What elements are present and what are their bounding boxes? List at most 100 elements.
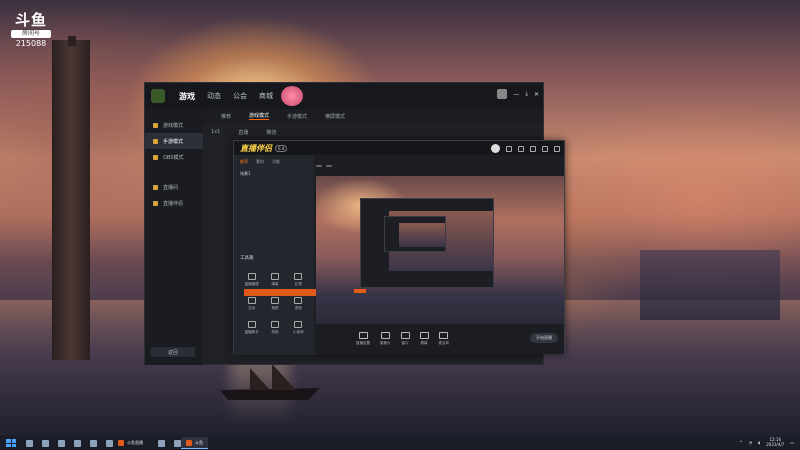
row-stream[interactable]: 推流 (266, 129, 276, 136)
nested-preview-2-image (399, 223, 445, 247)
desktop: 斗鱼 房间号 215088 游戏 动态 公会 商城 — ⤓ ✕ 游戏模式 手游模… (0, 0, 800, 450)
sidebar-back-button[interactable]: 返回 (151, 347, 195, 357)
taskbar-app-label: 斗鱼直播 (127, 440, 143, 445)
live-settings-button[interactable]: 直播设置 (356, 332, 370, 346)
sidebar-item-mobile-mode[interactable]: 手游模式 (145, 133, 203, 149)
button-label: 麦克风 (438, 341, 450, 345)
tool-item[interactable]: 特效 (263, 321, 286, 335)
clock-date: 2021/4/7 (766, 442, 785, 447)
room-icon (153, 184, 158, 190)
button-label: 摄像头 (380, 341, 391, 345)
microphone-button[interactable]: 麦克风 (438, 332, 450, 346)
category-pill[interactable] (316, 165, 322, 167)
start-button[interactable] (6, 439, 16, 447)
tool-item[interactable]: 美颜 (263, 297, 286, 311)
window-capture-button[interactable]: 窗口 (400, 332, 410, 346)
app-icon (186, 439, 192, 446)
tool-label: 音效 (294, 306, 302, 310)
user-avatar[interactable] (497, 89, 508, 99)
nav-item-game[interactable]: 游戏 (179, 91, 195, 102)
notification-icon[interactable]: ▭ (790, 440, 794, 445)
preview-marker (354, 289, 366, 293)
microphone-icon (439, 332, 449, 339)
taskbar-app-2[interactable]: 斗鱼 (181, 437, 208, 449)
sidebar-item-room[interactable]: 直播间 (145, 179, 203, 195)
browser-icon[interactable] (174, 439, 181, 447)
wallpaper-ship (220, 364, 320, 400)
interact-icon (247, 297, 256, 304)
tool-item[interactable]: 小游戏 (287, 321, 310, 335)
main-window-titlebar: 游戏 动态 公会 商城 — ⤓ ✕ (145, 83, 543, 109)
room-label: 房间号 (11, 30, 51, 38)
task-view-icon[interactable] (42, 439, 49, 447)
camera-icon (380, 332, 390, 339)
minimize-icon[interactable] (530, 145, 536, 152)
window-icon (400, 332, 410, 339)
obs-icon (153, 154, 158, 160)
edge-icon[interactable] (58, 439, 65, 447)
resolution-select[interactable]: 1x1 (211, 129, 220, 136)
minimize-icon[interactable]: — (513, 91, 519, 98)
tool-window-controls (491, 144, 560, 153)
screen-capture-button[interactable]: 屏幕 (419, 332, 429, 346)
effect-icon (270, 321, 279, 328)
nav-item-feed[interactable]: 动态 (207, 91, 221, 102)
edit-pill[interactable] (326, 165, 332, 167)
window-controls: — ⤓ ✕ (497, 89, 539, 99)
scene-item[interactable]: 场景1 (234, 169, 314, 179)
network-icon[interactable]: ◔ (749, 440, 753, 445)
settings-icon[interactable] (506, 145, 512, 152)
tool-item[interactable]: 礼物 (287, 273, 310, 287)
button-label: 屏幕 (420, 341, 428, 345)
start-live-button[interactable]: 开始直播 (530, 333, 558, 343)
game-icon (153, 122, 158, 128)
stream-preview (316, 176, 564, 324)
download-icon[interactable]: ⤓ (525, 90, 528, 98)
tool-item[interactable]: 音效 (287, 297, 310, 311)
tab-recommend[interactable]: 推荐 (240, 159, 248, 165)
beauty-icon (270, 297, 279, 304)
clock[interactable]: 12:16 2021/4/7 (766, 437, 784, 447)
tool-item[interactable]: 互动 (240, 297, 263, 311)
app-logo-icon (151, 89, 165, 103)
tab-mobile-mode[interactable]: 手游模式 (287, 113, 307, 120)
menu-icon[interactable] (518, 145, 524, 152)
tool-label: 直播管理 (244, 282, 259, 286)
search-icon[interactable] (26, 439, 33, 447)
tool-item[interactable]: 弹幕 (263, 273, 286, 287)
steam-icon[interactable] (106, 439, 113, 447)
tab-game-mode[interactable]: 游戏模式 (249, 112, 270, 120)
maximize-icon[interactable] (542, 145, 548, 152)
camera-button[interactable]: 摄像头 (380, 332, 391, 346)
mail-icon[interactable] (158, 439, 165, 447)
sidebar-item-companion[interactable]: 直播伴侣 (145, 195, 203, 211)
room-number: 215088 (15, 39, 47, 48)
tab-materials[interactable]: 素材 (256, 159, 264, 165)
toolbox-grid: 直播管理 弹幕 礼物 互动 美颜 音效 直播助手 特效 小游戏 (240, 273, 310, 335)
close-icon[interactable]: ✕ (534, 91, 539, 98)
row-live[interactable]: 直播 (238, 129, 248, 136)
nav-item-guild[interactable]: 公会 (233, 91, 247, 102)
gift-icon (294, 273, 303, 280)
store-icon[interactable] (90, 439, 97, 447)
nav-item-store[interactable]: 商城 (259, 91, 273, 102)
sidebar-label: OBS模式 (163, 154, 184, 161)
close-icon[interactable] (554, 145, 560, 152)
tab-features[interactable]: 功能 (272, 159, 280, 165)
taskbar-app-1[interactable]: 斗鱼直播 (113, 437, 148, 449)
tool-left-tabs: 推荐 素材 功能 (234, 155, 314, 169)
tool-user-avatar[interactable] (491, 144, 500, 153)
tab-recommend[interactable]: 推荐 (221, 113, 231, 120)
tab-landscape-mode[interactable]: 横屏模式 (325, 113, 345, 120)
sidebar-item-game-mode[interactable]: 游戏模式 (145, 117, 203, 133)
folder-icon[interactable] (74, 439, 81, 447)
tool-item[interactable]: 直播助手 (240, 321, 263, 335)
button-label: 直播设置 (356, 341, 370, 345)
tray-chevron-icon[interactable]: ^ (739, 440, 742, 445)
promo-badge[interactable] (281, 86, 303, 106)
volume-icon[interactable]: ◖ (758, 440, 760, 445)
sidebar-item-obs-mode[interactable]: OBS模式 (145, 149, 203, 165)
manage-icon (247, 273, 256, 280)
douyu-logo-mark: 斗鱼 (14, 11, 47, 29)
tool-item[interactable]: 直播管理 (240, 273, 263, 287)
